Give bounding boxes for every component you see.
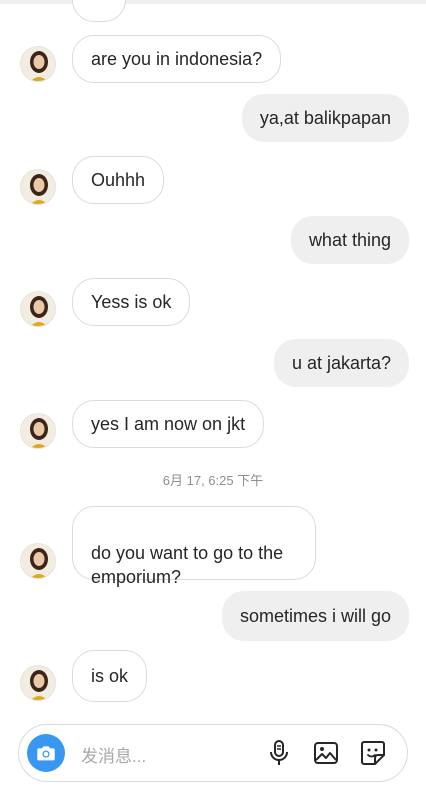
message-input[interactable]: 发消息... — [81, 742, 146, 767]
message-text: Ouhhh — [91, 170, 146, 190]
incoming-message: yes I am now on jkt — [72, 400, 265, 448]
message-text: Yess is ok — [91, 292, 172, 312]
incoming-message: is ok — [72, 650, 148, 702]
message-text: u at jakarta? — [291, 353, 391, 373]
voice-button[interactable] — [265, 739, 293, 767]
outgoing-message: ya,at balikpapan — [241, 94, 409, 142]
avatar[interactable] — [20, 665, 56, 701]
avatar[interactable] — [20, 169, 56, 205]
incoming-message: are you in indonesia? — [72, 35, 282, 83]
previous-message-bubble — [72, 0, 126, 22]
incoming-message: Ouhhh — [72, 156, 165, 204]
message-text: sometimes i will go — [239, 606, 391, 626]
avatar[interactable] — [20, 413, 56, 449]
message-text: is ok — [91, 666, 129, 686]
message-text: ya,at balikpapan — [259, 108, 391, 128]
image-icon — [314, 742, 338, 764]
outgoing-message: what thing — [290, 216, 409, 264]
message-text: yes I am now on jkt — [91, 414, 246, 434]
timestamp: 6月 17, 6:25 下午 — [162, 473, 264, 488]
message-composer: 发消息... — [18, 724, 408, 782]
sticker-icon — [361, 741, 385, 765]
message-text: are you in indonesia? — [91, 49, 263, 69]
avatar[interactable] — [20, 543, 56, 579]
gallery-button[interactable] — [312, 739, 340, 767]
avatar[interactable] — [20, 46, 56, 82]
camera-button[interactable] — [27, 734, 65, 772]
avatar[interactable] — [20, 291, 56, 327]
camera-icon — [37, 746, 55, 761]
incoming-message: do you want to go to the emporium? — [72, 506, 316, 587]
microphone-icon — [270, 740, 288, 765]
top-divider — [0, 0, 426, 4]
outgoing-message: sometimes i will go — [221, 591, 409, 641]
outgoing-message: u at jakarta? — [273, 339, 409, 387]
sticker-button[interactable] — [359, 739, 387, 767]
message-text: do you want to go to the emporium? — [91, 543, 284, 587]
message-text: what thing — [308, 230, 391, 250]
incoming-message: Yess is ok — [72, 278, 191, 326]
